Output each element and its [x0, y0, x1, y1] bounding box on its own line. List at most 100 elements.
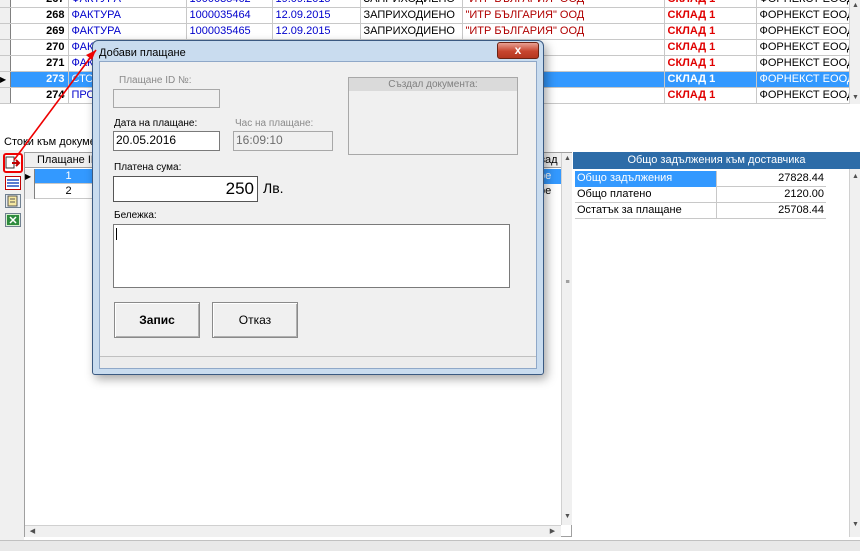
document-number: 269: [10, 23, 69, 40]
payments-horizontal-scrollbar[interactable]: ◀ ▶: [25, 525, 561, 537]
scroll-down-icon[interactable]: ▼: [850, 92, 860, 104]
currency-label: Лв.: [263, 180, 284, 196]
document-company: ФОРНЕКСТ ЕООД: [756, 87, 859, 104]
excel-export-icon[interactable]: [5, 213, 21, 227]
cancel-button[interactable]: Отказ: [212, 302, 298, 338]
payment-id-label: Плащане ID №:: [119, 75, 192, 86]
print-icon[interactable]: [5, 194, 21, 208]
document-store: СКЛАД 1: [664, 87, 757, 104]
document-number: 273: [10, 71, 69, 88]
close-icon: x: [514, 43, 522, 57]
scroll-right-icon[interactable]: ▶: [547, 526, 558, 538]
note-textarea[interactable]: [113, 224, 510, 288]
document-supplier: "ИТР БЪЛГАРИЯ" ООД: [462, 23, 665, 40]
document-store: СКЛАД 1: [664, 39, 757, 56]
payment-date-label: Дата на плащане:: [114, 118, 198, 129]
row-indicator: [0, 55, 11, 72]
scroll-up-icon[interactable]: ▲: [562, 153, 573, 165]
document-company: ФОРНЕКСТ ЕООД: [756, 7, 859, 24]
debt-label: Общо задължения: [575, 171, 717, 187]
document-company: ФОРНЕКСТ ЕООД: [756, 0, 859, 8]
scroll-left-icon[interactable]: ◀: [27, 526, 38, 538]
debt-row[interactable]: Остатък за плащане 25708.44: [575, 203, 826, 219]
amount-label: Платена сума:: [114, 162, 182, 173]
supplier-debt-panel: Общо задължения към доставчика Общо задъ…: [573, 152, 860, 537]
document-number: 267: [10, 0, 69, 8]
document-number: 274: [10, 87, 69, 104]
row-indicator: [0, 39, 11, 56]
document-date: 19.09.2015: [272, 0, 361, 8]
debt-row[interactable]: Общо платено 2120.00: [575, 187, 826, 203]
row-indicator: ▶: [25, 169, 35, 184]
document-row[interactable]: 267ФАКТУРА100003546219.09.2015ЗАПРИХОДИЕ…: [0, 0, 859, 8]
debt-label: Остатък за плащане: [575, 203, 717, 219]
document-store: СКЛАД 1: [664, 55, 757, 72]
payment-list-icon[interactable]: [5, 176, 21, 190]
payment-time-field: 16:09:10: [233, 131, 333, 151]
save-button[interactable]: Запис: [114, 302, 200, 338]
document-store: СКЛАД 1: [664, 23, 757, 40]
debt-value: 25708.44: [778, 204, 824, 216]
payment-id-field: [113, 89, 220, 108]
dialog-body: Плащане ID №: Създал документа: Дата на …: [99, 61, 537, 369]
add-payment-dialog: Добави плащане x Плащане ID №: Създал до…: [92, 40, 544, 375]
document-supplier: "ИТР БЪЛГАРИЯ" ООД: [462, 0, 665, 8]
document-store: СКЛАД 1: [664, 7, 757, 24]
row-indicator: [0, 0, 11, 8]
dialog-status-strip: [100, 356, 536, 368]
document-code: 1000035462: [186, 0, 273, 8]
scroll-up-icon[interactable]: ▲: [850, 0, 860, 12]
document-number: 271: [10, 55, 69, 72]
document-company: ФОРНЕКСТ ЕООД: [756, 55, 859, 72]
debt-vertical-scrollbar[interactable]: ▲ ▼: [849, 169, 860, 537]
document-code: 1000035464: [186, 7, 273, 24]
note-label: Бележка:: [114, 210, 157, 221]
document-date: 12.09.2015: [272, 23, 361, 40]
amount-field[interactable]: 250: [113, 176, 258, 202]
document-number: 270: [10, 39, 69, 56]
scroll-grip-icon[interactable]: ≡: [562, 277, 573, 289]
document-store: СКЛАД 1: [664, 0, 757, 8]
document-company: ФОРНЕКСТ ЕООД: [756, 23, 859, 40]
close-button[interactable]: x: [497, 42, 539, 59]
payment-date-field[interactable]: 20.05.2016: [113, 131, 220, 151]
document-type: ФАКТУРА: [68, 7, 187, 24]
dialog-title: Добави плащане: [99, 47, 186, 59]
document-company: ФОРНЕКСТ ЕООД: [756, 71, 859, 88]
document-row[interactable]: 268 ФАКТУРА 1000035464 12.09.2015 ЗАПРИХОДИЕ…: [0, 7, 859, 24]
debt-value: 2120.00: [784, 188, 824, 200]
documents-vertical-scrollbar[interactable]: ▲ ▼: [849, 0, 860, 104]
payments-toolbar: [0, 150, 24, 540]
document-row[interactable]: 269 ФАКТУРА 1000035465 12.09.2015 ЗАПРИХОДИЕ…: [0, 23, 859, 40]
document-number: 268: [10, 7, 69, 24]
debt-value: 27828.44: [778, 172, 824, 184]
row-indicator: [0, 23, 11, 40]
add-payment-icon[interactable]: [3, 153, 23, 173]
debt-label: Общо платено: [575, 187, 717, 203]
payments-vertical-scrollbar[interactable]: ▲ ≡ ▼: [561, 153, 572, 525]
goods-section-label: Стоки към докумен: [4, 136, 102, 148]
document-type: ФАКТУРА: [68, 0, 187, 8]
document-supplier: "ИТР БЪЛГАРИЯ" ООД: [462, 7, 665, 24]
payment-time-label: Час на плащане:: [235, 118, 314, 129]
document-date: 12.09.2015: [272, 7, 361, 24]
document-store: СКЛАД 1: [664, 71, 757, 88]
scroll-up-icon[interactable]: ▲: [850, 171, 860, 183]
column-header-payment-id[interactable]: Плащане ID: [37, 154, 99, 166]
document-code: 1000035465: [186, 23, 273, 40]
creator-label: Създал документа:: [349, 78, 517, 91]
scroll-down-icon[interactable]: ▼: [562, 511, 573, 523]
creator-box: Създал документа:: [348, 77, 518, 155]
document-status: ЗАПРИХОДИЕНО: [360, 7, 463, 24]
document-type: ФАКТУРА: [68, 23, 187, 40]
document-status: ЗАПРИХОДИЕНО: [360, 23, 463, 40]
status-bar: [0, 540, 860, 551]
supplier-debt-title: Общо задължения към доставчика: [573, 152, 860, 169]
debt-row[interactable]: Общо задължения 27828.44: [575, 171, 826, 187]
text-caret: [116, 228, 117, 240]
document-company: ФОРНЕКСТ ЕООД: [756, 39, 859, 56]
row-indicator: [0, 7, 11, 24]
scroll-down-icon[interactable]: ▼: [850, 519, 860, 531]
document-status: ЗАПРИХОДИЕНО: [360, 0, 463, 8]
row-indicator: [25, 184, 35, 199]
